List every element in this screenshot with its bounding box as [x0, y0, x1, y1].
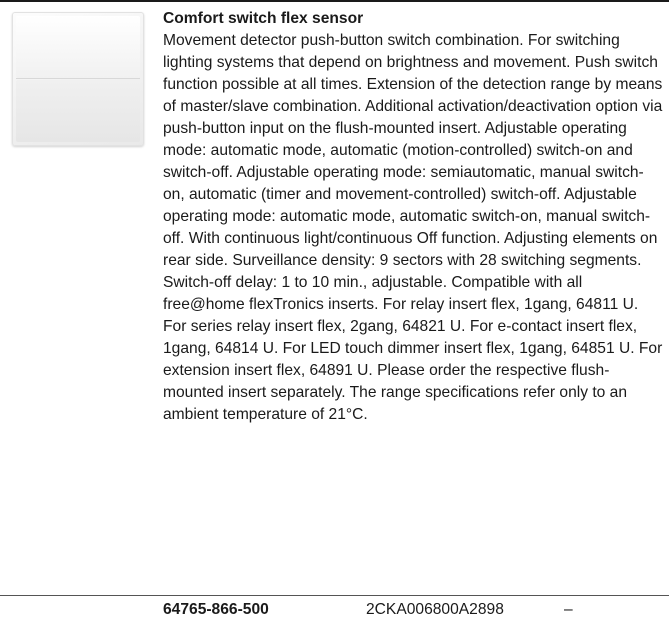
product-title: Comfort switch flex sensor [163, 10, 364, 27]
rocker-divider [16, 78, 140, 79]
bottom-divider [0, 595, 669, 596]
ean-code: 2CKA006800A2898 [366, 601, 504, 618]
rocker-lower-panel [16, 80, 140, 142]
product-description: Movement detector push-button switch com… [163, 32, 663, 423]
order-info-row: 64765-866-500 2CKA006800A2898 – [0, 600, 669, 619]
order-number: 64765-866-500 [163, 601, 269, 618]
product-description-block: Comfort switch flex sensor Movement dete… [163, 8, 663, 426]
top-divider [0, 0, 669, 2]
extra-value: – [564, 601, 573, 618]
product-image [12, 12, 144, 146]
rocker-upper-panel [16, 16, 140, 78]
